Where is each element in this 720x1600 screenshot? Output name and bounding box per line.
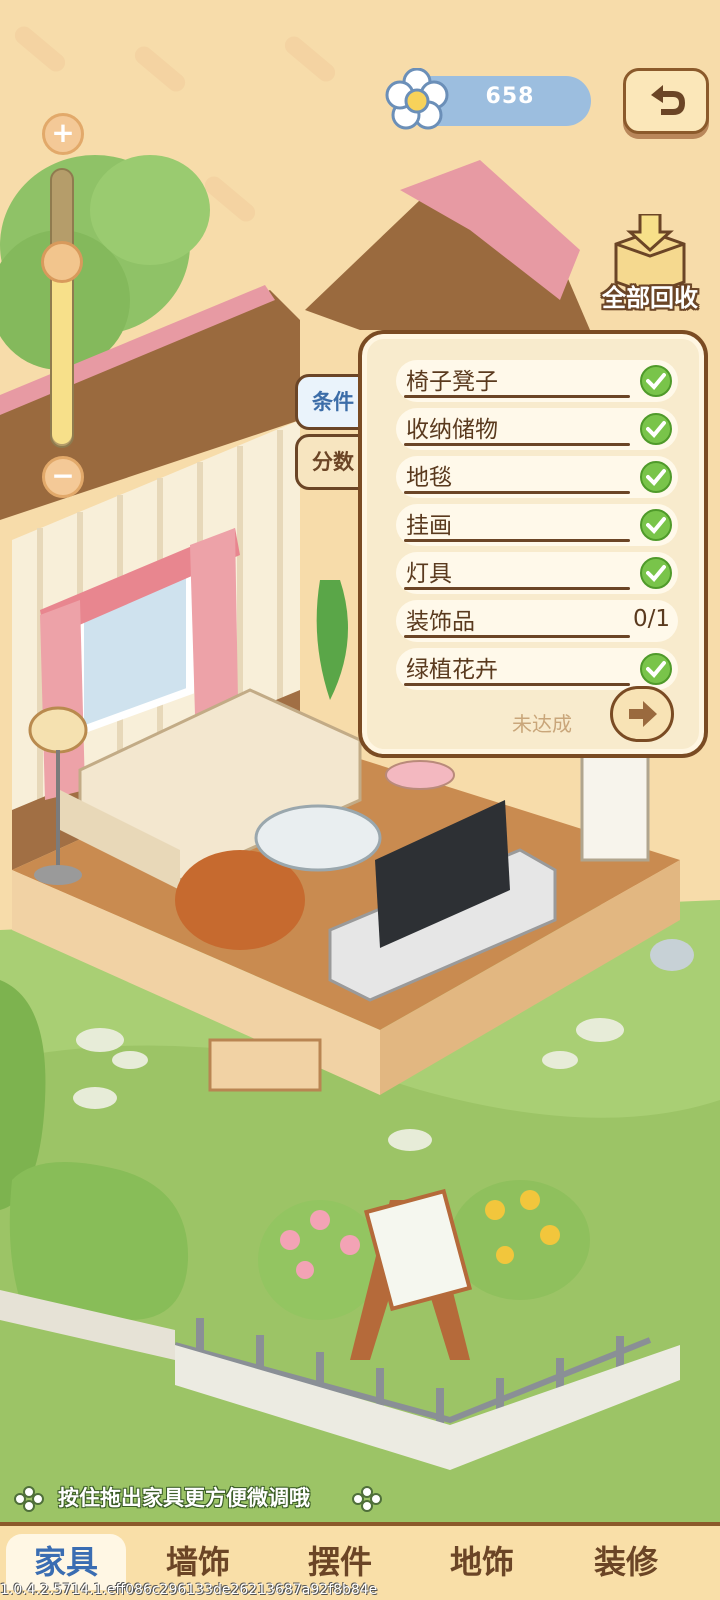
condition-name: 地毯 — [406, 465, 452, 491]
arrow-right-icon — [629, 701, 657, 727]
tab-renovation[interactable]: 装修 — [566, 1534, 686, 1590]
version-label: 1.0.4.2.5714.1.eff086c296133de26213687a9… — [0, 1582, 378, 1598]
condition-underline — [404, 395, 630, 398]
zoom-fill — [52, 268, 72, 444]
check-icon — [640, 365, 672, 397]
currency-display: 658 — [385, 68, 591, 130]
condition-row: 绿植花卉 — [396, 648, 678, 690]
condition-row: 收纳储物 — [396, 408, 678, 450]
clover-icon — [352, 1486, 382, 1512]
condition-row: 灯具 — [396, 552, 678, 594]
condition-name: 挂画 — [406, 513, 452, 539]
condition-row: 挂画 — [396, 504, 678, 546]
currency-value: 658 — [485, 84, 535, 109]
check-icon — [640, 653, 672, 685]
condition-name: 装饰品 — [406, 609, 475, 635]
tab-floor-decor[interactable]: 地饰 — [422, 1534, 542, 1590]
zoom-out-button[interactable]: − — [42, 456, 84, 498]
condition-row: 地毯 — [396, 456, 678, 498]
conditions-panel: 椅子凳子 收纳储物 地毯 挂画 灯具 装饰品 0/1 绿植花卉 未达成 — [358, 330, 708, 758]
zoom-thumb[interactable] — [41, 241, 83, 283]
condition-underline — [404, 635, 630, 638]
check-icon — [640, 509, 672, 541]
condition-name: 灯具 — [406, 561, 452, 587]
clover-icon — [14, 1486, 44, 1512]
back-arrow-icon — [651, 85, 685, 115]
condition-underline — [404, 491, 630, 494]
back-button[interactable] — [623, 68, 709, 134]
recycle-all-label: 全部回收 — [602, 284, 698, 312]
hint-bar: 按住拖出家具更方便微调哦 — [14, 1480, 394, 1514]
conditions-list: 椅子凳子 收纳储物 地毯 挂画 灯具 装饰品 0/1 绿植花卉 — [396, 360, 678, 696]
panel-status: 未达成 — [512, 712, 572, 736]
condition-underline — [404, 539, 630, 542]
condition-name: 绿植花卉 — [406, 657, 498, 683]
condition-name: 收纳储物 — [406, 417, 498, 443]
flower-icon — [385, 68, 449, 130]
check-icon — [640, 557, 672, 589]
condition-progress: 0/1 — [632, 606, 670, 632]
condition-row: 椅子凳子 — [396, 360, 678, 402]
next-button[interactable] — [610, 686, 674, 742]
condition-underline — [404, 443, 630, 446]
condition-underline — [404, 683, 630, 686]
recycle-all-button[interactable]: 全部回收 — [588, 214, 712, 314]
hint-text: 按住拖出家具更方便微调哦 — [58, 1486, 310, 1510]
game-stage: 658 全部回收 + − 条件 分数 椅子凳子 收纳储物 地毯 挂画 灯具 装饰… — [0, 0, 720, 1600]
condition-underline — [404, 587, 630, 590]
check-icon — [640, 413, 672, 445]
zoom-in-button[interactable]: + — [42, 113, 84, 155]
check-icon — [640, 461, 672, 493]
condition-row: 装饰品 0/1 — [396, 600, 678, 642]
condition-name: 椅子凳子 — [406, 369, 498, 395]
